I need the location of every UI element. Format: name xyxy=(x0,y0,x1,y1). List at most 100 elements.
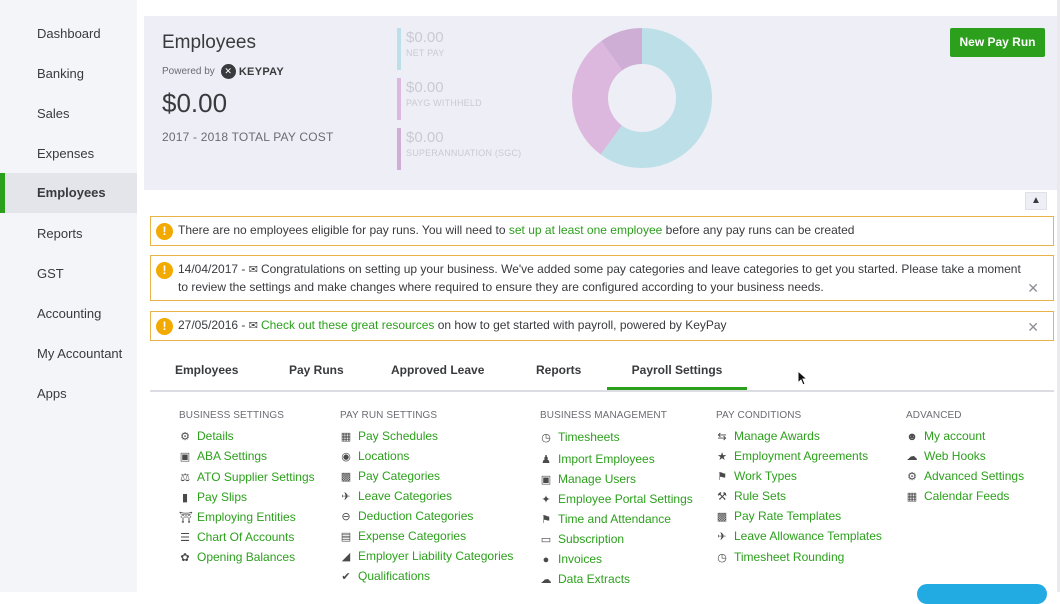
web-hooks-link[interactable]: ☁ Web Hooks xyxy=(906,449,986,463)
tab-reports[interactable]: Reports xyxy=(536,363,581,390)
link-label: Employing Entities xyxy=(197,510,296,524)
column-heading: PAY CONDITIONS xyxy=(716,410,802,421)
link-label: Expense Categories xyxy=(358,529,467,543)
exchange-icon: ⇆ xyxy=(717,431,727,443)
new-pay-run-button[interactable]: New Pay Run xyxy=(950,28,1045,57)
leave-allowance-templates-link[interactable]: ✈ Leave Allowance Templates xyxy=(716,529,882,543)
employing-entities-link[interactable]: ⛩ Employing Entities xyxy=(179,510,296,524)
manage-awards-link[interactable]: ⇆ Manage Awards xyxy=(716,429,820,443)
link-label: Manage Awards xyxy=(734,429,820,443)
tab-pay-runs[interactable]: Pay Runs xyxy=(289,363,344,390)
sidebar-item-reports[interactable]: Reports xyxy=(0,214,137,254)
link-label: Work Types xyxy=(734,469,797,483)
sidebar-item-my-accountant[interactable]: My Accountant xyxy=(0,334,137,374)
link-label: Locations xyxy=(358,449,410,463)
close-icon[interactable]: ✕ xyxy=(1027,280,1039,297)
close-icon[interactable]: ✕ xyxy=(1027,319,1039,336)
my-account-link[interactable]: ☻ My account xyxy=(906,429,985,443)
alert-text-after: on how to get started with payroll, powe… xyxy=(434,318,727,332)
tab-approved-leave[interactable]: Approved Leave xyxy=(391,363,484,390)
link-label: My account xyxy=(924,429,986,443)
clock-icon: ◷ xyxy=(717,552,727,564)
tab-employees[interactable]: Employees xyxy=(175,363,238,390)
manage-users-link[interactable]: ▣ Manage Users xyxy=(540,472,636,486)
pay-rate-templates-link[interactable]: ▩ Pay Rate Templates xyxy=(716,509,841,523)
deduction-categories-link[interactable]: ⊖ Deduction Categories xyxy=(340,509,473,523)
flag-icon: ⚑ xyxy=(541,514,551,526)
stat-payg-value: $0.00 xyxy=(406,79,444,96)
sidebar-item-accounting[interactable]: Accounting xyxy=(0,294,137,334)
alert-date: 14/04/2017 - xyxy=(178,262,246,276)
aba-settings-link[interactable]: ▣ ABA Settings xyxy=(179,449,267,463)
timesheet-rounding-link[interactable]: ◷ Timesheet Rounding xyxy=(716,550,844,564)
employer-liability-categories-link[interactable]: ◢ Employer Liability Categories xyxy=(340,549,514,563)
stat-payg-withheld: $0.00 PAYG WITHHELD xyxy=(397,78,547,120)
link-label: Import Employees xyxy=(558,452,655,466)
business-management-column: BUSINESS MANAGEMENT xyxy=(540,410,667,428)
chart-of-accounts-link[interactable]: ☰ Chart Of Accounts xyxy=(179,530,294,544)
link-label: Pay Slips xyxy=(197,490,248,504)
subscription-link[interactable]: ▭ Subscription xyxy=(540,532,624,546)
page-title: Employees xyxy=(162,32,256,53)
leaf-icon: ✿ xyxy=(180,552,190,564)
column-heading: PAY RUN SETTINGS xyxy=(340,410,438,421)
link-label: Employment Agreements xyxy=(734,449,869,463)
employee-portal-settings-link[interactable]: ✦ Employee Portal Settings xyxy=(540,492,692,506)
leave-categories-link[interactable]: ✈ Leave Categories xyxy=(340,489,452,503)
globe-icon: ◉ xyxy=(341,451,351,463)
help-button[interactable] xyxy=(917,584,1047,604)
area-chart-icon: ◢ xyxy=(341,551,351,563)
users-icon: ♟ xyxy=(541,454,551,466)
stat-payg-bar xyxy=(397,78,401,120)
collapse-panel-button[interactable]: ▲ xyxy=(1025,192,1047,210)
time-and-attendance-link[interactable]: ⚑ Time and Attendance xyxy=(540,512,671,526)
setup-employee-link[interactable]: set up at least one employee xyxy=(509,223,662,237)
list-icon: ☰ xyxy=(180,532,190,544)
sidebar-item-sales[interactable]: Sales xyxy=(0,94,137,134)
calendar-icon: ▦ xyxy=(906,491,918,503)
pay-schedules-link[interactable]: ▦ Pay Schedules xyxy=(340,429,438,443)
pay-categories-link[interactable]: ▩ Pay Categories xyxy=(340,469,440,483)
sidebar-item-employees[interactable]: Employees xyxy=(0,173,137,213)
stat-net-pay-value: $0.00 xyxy=(406,29,444,46)
pay-conditions-column: PAY CONDITIONS xyxy=(716,410,801,428)
data-extracts-link[interactable]: ☁ Data Extracts xyxy=(540,572,631,586)
sidebar-item-expenses[interactable]: Expenses xyxy=(0,134,137,174)
rule-sets-link[interactable]: ⚒ Rule Sets xyxy=(716,489,786,503)
ato-supplier-settings-link[interactable]: ⚖ ATO Supplier Settings xyxy=(179,470,315,484)
cloud-download-icon: ☁ xyxy=(540,574,552,586)
column-heading: BUSINESS MANAGEMENT xyxy=(540,410,667,421)
tab-payroll-settings[interactable]: Payroll Settings xyxy=(607,363,747,390)
minus-circle-icon: ⊖ xyxy=(341,511,351,523)
resources-link[interactable]: Check out these great resources xyxy=(261,318,434,332)
sidebar-item-dashboard[interactable]: Dashboard xyxy=(0,14,137,54)
import-employees-link[interactable]: ♟ Import Employees xyxy=(540,452,655,466)
link-label: Leave Allowance Templates xyxy=(734,529,882,543)
advanced-settings-link[interactable]: ⚙ Advanced Settings xyxy=(906,469,1024,483)
qualifications-link[interactable]: ✔ Qualifications xyxy=(340,569,430,583)
sidebar-item-banking[interactable]: Banking xyxy=(0,54,137,94)
link-label: Details xyxy=(197,429,234,443)
warning-icon: ! xyxy=(156,318,173,335)
locations-link[interactable]: ◉ Locations xyxy=(340,449,409,463)
employment-agreements-link[interactable]: ★ Employment Agreements xyxy=(716,449,868,463)
expense-categories-link[interactable]: ▤ Expense Categories xyxy=(340,529,466,543)
link-label: Qualifications xyxy=(358,569,431,583)
work-types-link[interactable]: ⚑ Work Types xyxy=(716,469,797,483)
sidebar-item-gst[interactable]: GST xyxy=(0,254,137,294)
stat-superannuation: $0.00 SUPERANNUATION (SGC) xyxy=(397,128,547,170)
dollar-icon: ● xyxy=(542,554,550,566)
opening-balances-link[interactable]: ✿ Opening Balances xyxy=(179,550,295,564)
sidebar-item-apps[interactable]: Apps xyxy=(0,374,137,414)
invoices-link[interactable]: ● Invoices xyxy=(540,552,602,566)
total-pay-cost-value: $0.00 xyxy=(162,88,228,118)
calendar-feeds-link[interactable]: ▦ Calendar Feeds xyxy=(906,489,1010,503)
gear-icon: ⚙ xyxy=(180,431,190,443)
column-heading: BUSINESS SETTINGS xyxy=(179,410,285,421)
payroll-tabs: Employees Pay Runs Approved Leave Report… xyxy=(150,355,1054,392)
pay-cost-donut-chart xyxy=(572,28,712,168)
pay-run-settings-column: PAY RUN SETTINGS xyxy=(340,410,437,428)
timesheets-link[interactable]: ◷ Timesheets xyxy=(540,430,619,444)
pay-slips-link[interactable]: ▮ Pay Slips xyxy=(179,490,247,504)
details-link[interactable]: ⚙ Details xyxy=(179,429,234,443)
